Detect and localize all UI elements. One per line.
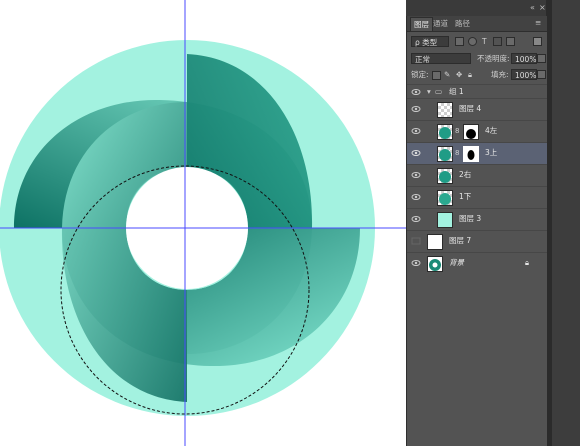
visibility-toggle[interactable] — [411, 237, 421, 245]
layer-name[interactable]: 背景 — [449, 257, 464, 269]
eye-icon[interactable] — [411, 105, 421, 113]
eye-icon[interactable] — [411, 215, 421, 223]
lock-move-icon[interactable]: ✥ — [456, 69, 462, 80]
layer-thumbnail — [437, 212, 453, 228]
link-icon: 8 — [455, 127, 460, 135]
workspace-right-bar — [546, 0, 580, 446]
layer-thumbnail — [437, 146, 453, 162]
panel-menu-icon[interactable]: ≡ — [535, 18, 541, 27]
lock-paint-icon[interactable]: ✎ — [444, 69, 450, 80]
lock-icon: 🔒︎ — [525, 258, 529, 267]
group-expand-icon[interactable]: ▾ — [427, 86, 431, 97]
link-icon: 8 — [455, 149, 460, 157]
layer-name[interactable]: 图层 4 — [459, 103, 481, 115]
panel-titlebar[interactable]: « × — [406, 0, 546, 16]
layer-row-group[interactable]: ▾ ▭ 组 1 — [407, 84, 547, 98]
eye-icon[interactable] — [411, 259, 421, 267]
layer-row[interactable]: 图层 7 — [407, 230, 547, 252]
document-canvas[interactable] — [0, 0, 406, 446]
mask-thumbnail[interactable] — [463, 124, 479, 140]
layer-name[interactable]: 1下 — [459, 191, 471, 203]
layer-row[interactable]: 图层 3 — [407, 208, 547, 230]
fill-dropdown-icon[interactable] — [537, 70, 546, 79]
filter-kind-select[interactable]: ρ 类型 — [411, 36, 449, 47]
filter-adjust-icon[interactable] — [468, 37, 477, 46]
layer-row[interactable]: 图层 4 — [407, 98, 547, 120]
fill-input[interactable]: 100% — [511, 69, 537, 80]
eye-icon[interactable] — [411, 149, 421, 157]
filter-smart-icon[interactable] — [506, 37, 515, 46]
lock-transparent-icon[interactable] — [432, 71, 441, 80]
layer-row[interactable]: 8 4左 — [407, 120, 547, 142]
layer-thumbnail — [437, 102, 453, 118]
artwork — [0, 0, 406, 446]
layer-name[interactable]: 3上 — [485, 147, 497, 159]
layer-thumbnail — [437, 124, 453, 140]
filter-toggle[interactable] — [533, 37, 542, 46]
tab-paths[interactable]: 路径 — [455, 18, 470, 29]
layer-name[interactable]: 组 1 — [449, 86, 464, 98]
opacity-input[interactable]: 100% — [511, 53, 537, 64]
lock-label: 锁定: — [411, 70, 429, 79]
collapse-icon[interactable]: « — [530, 3, 535, 12]
filter-pixel-icon[interactable] — [455, 37, 464, 46]
layer-name[interactable]: 图层 7 — [449, 235, 471, 247]
lock-all-icon[interactable]: 🔒︎ — [468, 69, 472, 80]
layer-thumbnail — [427, 234, 443, 250]
opacity-dropdown-icon[interactable] — [537, 54, 546, 63]
eye-icon[interactable] — [411, 88, 421, 96]
eye-icon[interactable] — [411, 171, 421, 179]
layer-name[interactable]: 2右 — [459, 169, 471, 181]
blend-mode-select[interactable]: 正常 — [411, 53, 471, 64]
mask-thumbnail[interactable] — [463, 146, 479, 162]
eye-icon[interactable] — [411, 127, 421, 135]
opacity-label: 不透明度: — [477, 54, 510, 63]
layer-row[interactable]: 2右 — [407, 164, 547, 186]
layer-thumbnail — [427, 256, 443, 272]
panel-tabs: 图层 通道 路径 ≡ — [407, 16, 547, 32]
layer-row-selected[interactable]: 8 3上 — [407, 142, 547, 164]
layer-thumbnail — [437, 190, 453, 206]
folder-icon: ▭ — [435, 87, 443, 96]
filter-row: ρ 类型 T — [407, 35, 547, 49]
layer-thumbnail — [437, 168, 453, 184]
layers-panel: 图层 通道 路径 ≡ ρ 类型 T 正常 不透明度: 100% 锁定: ✎ ✥ … — [406, 16, 547, 446]
close-icon[interactable]: × — [539, 3, 546, 12]
layer-name[interactable]: 图层 3 — [459, 213, 481, 225]
filter-type-icon[interactable]: T — [482, 36, 487, 47]
blend-row: 正常 不透明度: 100% — [407, 52, 547, 66]
lock-row: 锁定: ✎ ✥ 🔒︎ 填充: 100% — [407, 68, 547, 82]
fill-label: 填充: — [491, 70, 509, 79]
filter-shape-icon[interactable] — [493, 37, 502, 46]
layer-row[interactable]: 背景 🔒︎ — [407, 252, 547, 274]
layer-name[interactable]: 4左 — [485, 125, 497, 137]
layer-row[interactable]: 1下 — [407, 186, 547, 208]
tab-layers[interactable]: 图层 — [410, 17, 433, 31]
tab-channels[interactable]: 通道 — [433, 18, 448, 29]
eye-icon[interactable] — [411, 193, 421, 201]
